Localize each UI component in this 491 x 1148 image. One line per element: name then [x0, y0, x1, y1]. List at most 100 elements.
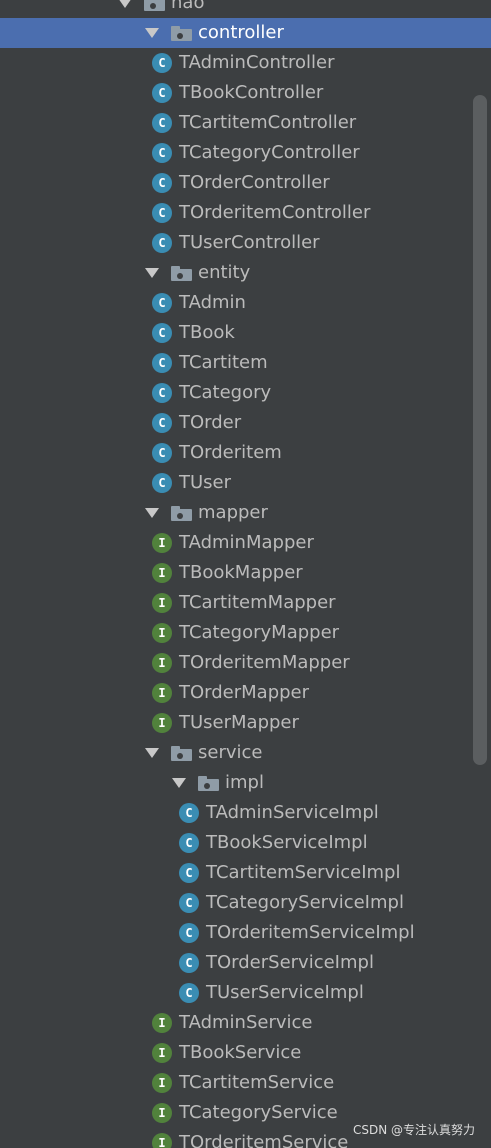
tree-folder-impl[interactable]: impl [0, 768, 491, 798]
tree-item-label: TCategoryService [179, 1102, 338, 1123]
tree-item-tcategoryserviceimpl[interactable]: C TCategoryServiceImpl [0, 888, 491, 918]
tree-item-torderitemmapper[interactable]: I TOrderitemMapper [0, 648, 491, 678]
tree-item-label: TUserServiceImpl [206, 982, 364, 1003]
tree-item-tcartitem[interactable]: C TCartitem [0, 348, 491, 378]
tree-item-tadmincontroller[interactable]: C TAdminController [0, 48, 491, 78]
tree-item-tcartitemservice[interactable]: I TCartitemService [0, 1068, 491, 1098]
tree-item-tbookservice[interactable]: I TBookService [0, 1038, 491, 1068]
tree-folder-label: controller [198, 22, 284, 43]
tree-item-label: TBookController [179, 82, 324, 103]
class-icon: C [179, 983, 199, 1003]
tree-item-tcartitemmapper[interactable]: I TCartitemMapper [0, 588, 491, 618]
class-icon: C [152, 443, 172, 463]
tree-folder-service[interactable]: service [0, 738, 491, 768]
tree-item-tcartitemcontroller[interactable]: C TCartitemController [0, 108, 491, 138]
tree-item-label: TOrderitemController [179, 202, 371, 223]
tree-item-tadmin[interactable]: C TAdmin [0, 288, 491, 318]
tree-item-tadminservice[interactable]: I TAdminService [0, 1008, 491, 1038]
interface-icon: I [152, 683, 172, 703]
tree-item-label: TAdminService [179, 1012, 313, 1033]
tree-item-label: TCategoryController [179, 142, 360, 163]
project-tree: hao controller C TAdminController C TBookCont… [0, 0, 491, 1148]
tree-item-tbook[interactable]: C TBook [0, 318, 491, 348]
interface-icon: I [152, 1133, 172, 1148]
class-icon: C [179, 833, 199, 853]
tree-item-label: TCategory [179, 382, 272, 403]
expand-arrow-icon[interactable] [171, 768, 187, 798]
package-folder-icon [144, 0, 165, 11]
tree-item-label: TUserController [179, 232, 320, 253]
tree-item-torderitemcontroller[interactable]: C TOrderitemController [0, 198, 491, 228]
tree-item-tordercontroller[interactable]: C TOrderController [0, 168, 491, 198]
class-icon: C [179, 923, 199, 943]
tree-item-tadminmapper[interactable]: I TAdminMapper [0, 528, 491, 558]
tree-item-label: TCategoryMapper [179, 622, 340, 643]
tree-item-tcartitemserviceimpl[interactable]: C TCartitemServiceImpl [0, 858, 491, 888]
tree-item-tordermapper[interactable]: I TOrderMapper [0, 678, 491, 708]
tree-item-torderitem[interactable]: C TOrderitem [0, 438, 491, 468]
package-folder-icon [171, 26, 192, 41]
tree-folder-entity[interactable]: entity [0, 258, 491, 288]
tree-item-label: TOrderMapper [179, 682, 310, 703]
package-folder-icon [171, 506, 192, 521]
tree-item-tcategorymapper[interactable]: I TCategoryMapper [0, 618, 491, 648]
class-icon: C [152, 53, 172, 73]
tree-item-tbookmapper[interactable]: I TBookMapper [0, 558, 491, 588]
expand-arrow-icon[interactable] [144, 18, 160, 48]
vertical-scrollbar[interactable] [473, 95, 487, 765]
expand-arrow-icon[interactable] [144, 738, 160, 768]
class-icon: C [152, 383, 172, 403]
tree-item-tadminserviceimpl[interactable]: C TAdminServiceImpl [0, 798, 491, 828]
tree-item-label: TBookMapper [179, 562, 303, 583]
interface-icon: I [152, 1043, 172, 1063]
package-folder-icon [171, 266, 192, 281]
tree-item-label: TCartitemServiceImpl [206, 862, 401, 883]
interface-icon: I [152, 653, 172, 673]
interface-icon: I [152, 1103, 172, 1123]
class-icon: C [152, 173, 172, 193]
tree-item-tuser[interactable]: C TUser [0, 468, 491, 498]
tree-item-torderserviceimpl[interactable]: C TOrderServiceImpl [0, 948, 491, 978]
interface-icon: I [152, 593, 172, 613]
interface-icon: I [152, 623, 172, 643]
tree-item-label: TOrderitemService [179, 1132, 349, 1148]
expand-arrow-icon[interactable] [144, 258, 160, 288]
interface-icon: I [152, 713, 172, 733]
package-folder-icon [198, 776, 219, 791]
class-icon: C [179, 953, 199, 973]
watermark: CSDN @专注认真努力 [352, 1123, 475, 1137]
tree-item-label: TAdminController [179, 52, 335, 73]
tree-item-tcategorycontroller[interactable]: C TCategoryController [0, 138, 491, 168]
tree-item-label: TOrderController [179, 172, 330, 193]
tree-item-label: TOrderServiceImpl [206, 952, 374, 973]
tree-item-torder[interactable]: C TOrder [0, 408, 491, 438]
tree-item-label: TCategoryServiceImpl [206, 892, 404, 913]
tree-item-tbookcontroller[interactable]: C TBookController [0, 78, 491, 108]
expand-arrow-icon[interactable] [144, 498, 160, 528]
tree-folder-hao[interactable]: hao [0, 0, 491, 18]
tree-item-label: TUserMapper [179, 712, 299, 733]
tree-folder-label: hao [171, 0, 205, 13]
class-icon: C [152, 233, 172, 253]
tree-item-tcategory[interactable]: C TCategory [0, 378, 491, 408]
tree-folder-controller[interactable]: controller [0, 18, 491, 48]
tree-item-tusercontroller[interactable]: C TUserController [0, 228, 491, 258]
class-icon: C [152, 143, 172, 163]
tree-item-tbookserviceimpl[interactable]: C TBookServiceImpl [0, 828, 491, 858]
tree-folder-mapper[interactable]: mapper [0, 498, 491, 528]
tree-item-label: TOrderitemServiceImpl [206, 922, 415, 943]
class-icon: C [152, 83, 172, 103]
tree-item-label: TOrder [179, 412, 242, 433]
tree-item-label: TCartitem [179, 352, 268, 373]
class-icon: C [152, 323, 172, 343]
expand-arrow-icon[interactable] [117, 0, 133, 18]
tree-item-label: TAdminServiceImpl [206, 802, 379, 823]
tree-item-torderitemserviceimpl[interactable]: C TOrderitemServiceImpl [0, 918, 491, 948]
class-icon: C [179, 863, 199, 883]
tree-item-label: TOrderitem [179, 442, 282, 463]
tree-item-label: TCartitemController [179, 112, 357, 133]
tree-item-tuserserviceimpl[interactable]: C TUserServiceImpl [0, 978, 491, 1008]
tree-item-tusermapper[interactable]: I TUserMapper [0, 708, 491, 738]
class-icon: C [152, 203, 172, 223]
tree-item-label: TOrderitemMapper [179, 652, 350, 673]
